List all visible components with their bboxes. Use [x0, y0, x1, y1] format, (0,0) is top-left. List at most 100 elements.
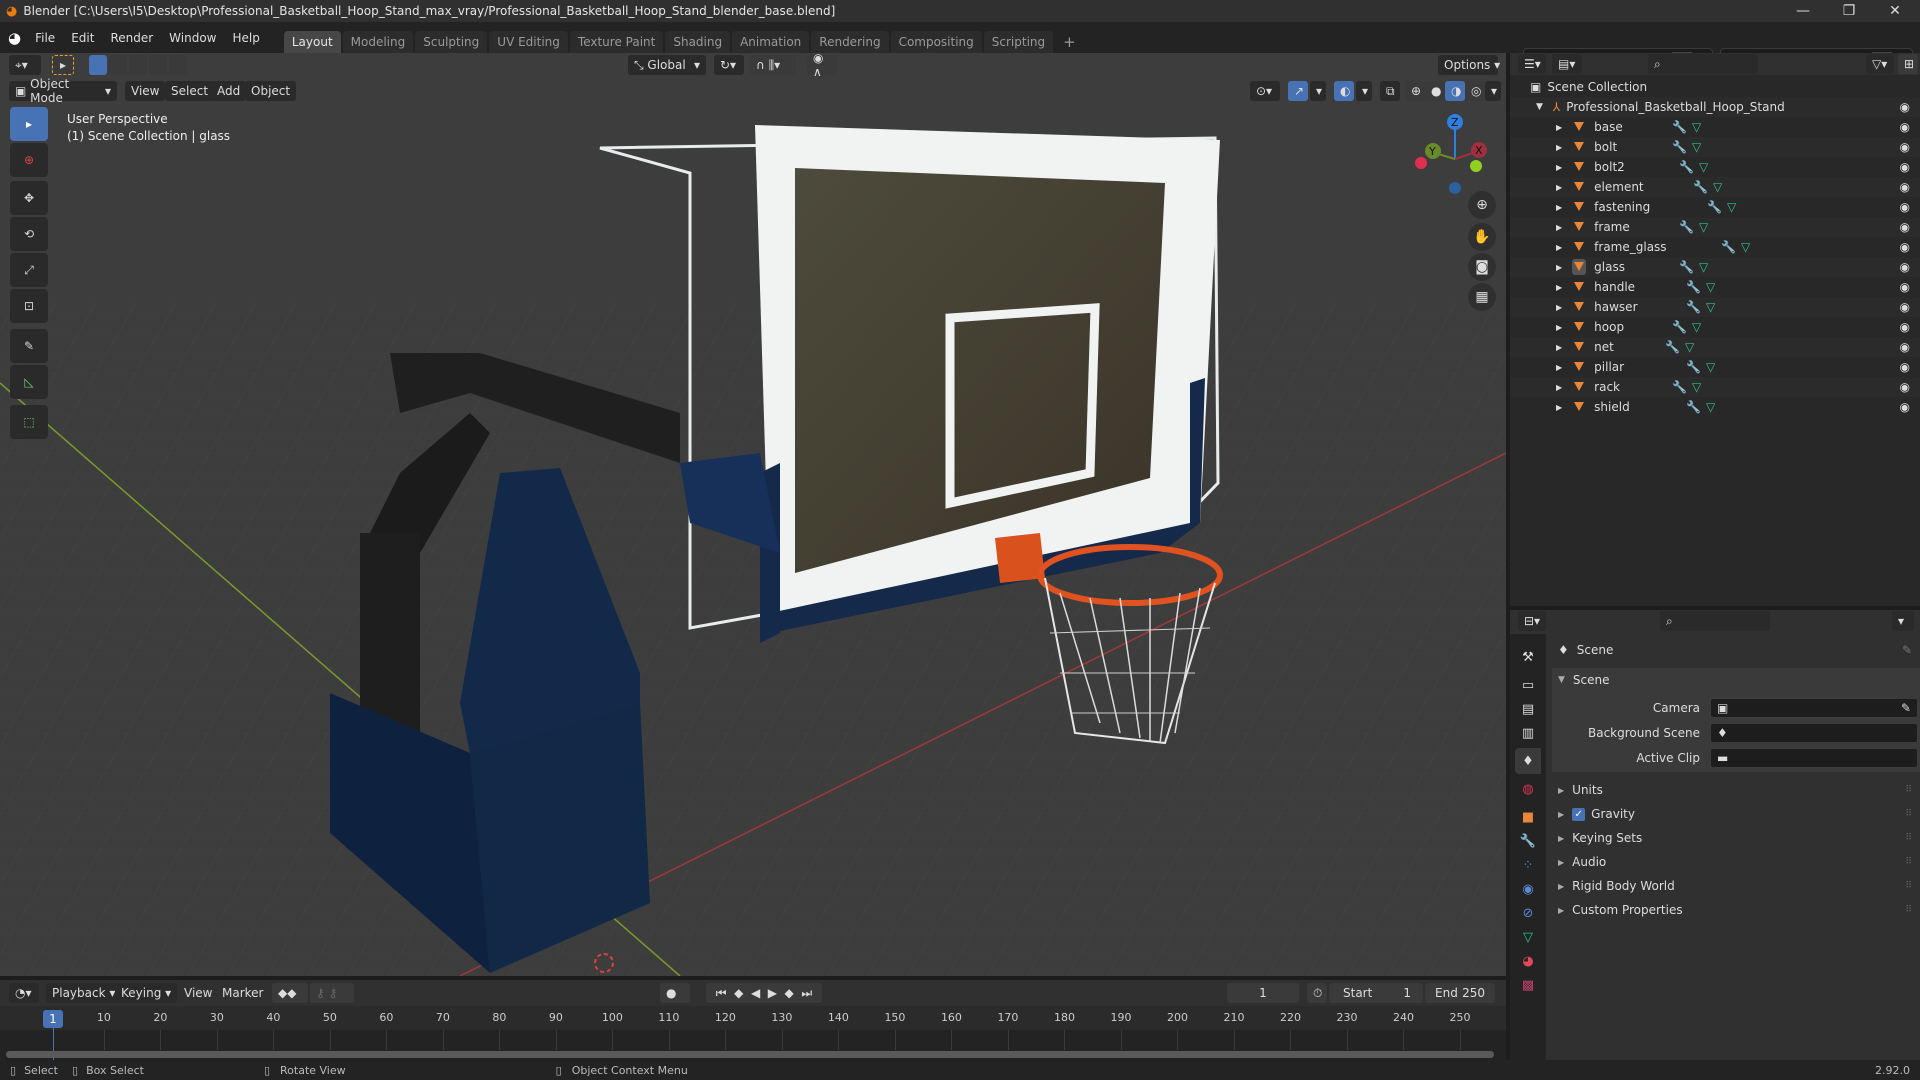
modifier-wrench-icon[interactable]: 🔧	[1686, 300, 1701, 314]
menu-view[interactable]: View	[125, 81, 166, 101]
tab-sculpting[interactable]: Sculpting	[415, 31, 488, 53]
timeline-editor-type[interactable]: ◔▾	[9, 983, 39, 1003]
properties-options[interactable]: ▾	[1892, 611, 1914, 631]
menu-render[interactable]: Render	[102, 28, 161, 48]
properties-tab-output[interactable]: ▤	[1515, 696, 1541, 722]
modifier-wrench-icon[interactable]: 🔧	[1686, 400, 1701, 414]
options-dropdown[interactable]: Options ▾	[1438, 55, 1500, 75]
modifier-wrench-icon[interactable]: 🔧	[1686, 280, 1701, 294]
menu-help[interactable]: Help	[225, 28, 268, 48]
3d-viewport[interactable]: ⌖▾ ▸ ⤡ Global ▾ ↻▾ ∩ ⫼▾ ◉ ∧ Options ▾ ▣ O…	[0, 53, 1506, 976]
play-icon[interactable]: ▶	[768, 986, 777, 1000]
visibility-eye-icon[interactable]: ◉	[1900, 260, 1910, 274]
outliner-item-element[interactable]: ▶ element 🔧 ▽ ◉	[1510, 177, 1920, 197]
next-key-icon[interactable]: ◆	[785, 986, 794, 1000]
properties-tab-tool[interactable]: ⚒	[1515, 644, 1541, 670]
drag-handle-icon[interactable]: ⠿	[1905, 905, 1912, 915]
gizmo-dropdown[interactable]: ▾	[1310, 81, 1326, 101]
outliner-item-frame_glass[interactable]: ▶ frame_glass 🔧 ▽ ◉	[1510, 237, 1920, 257]
subpanel-gravity[interactable]: ▶ ✓ Gravity ⠿	[1552, 802, 1920, 826]
pin-icon[interactable]: ✎	[1902, 643, 1912, 657]
select-mode-extend-icon[interactable]	[109, 55, 127, 75]
visibility-eye-icon[interactable]: ◉	[1900, 340, 1910, 354]
properties-tab-physics[interactable]: ◉	[1515, 876, 1541, 902]
modifier-wrench-icon[interactable]: 🔧	[1672, 320, 1687, 334]
outliner-item-bolt[interactable]: ▶ bolt 🔧 ▽ ◉	[1510, 137, 1920, 157]
expand-icon[interactable]: ▶	[1556, 163, 1562, 172]
tab-texture-paint[interactable]: Texture Paint	[569, 31, 664, 53]
tab-scripting[interactable]: Scripting	[983, 31, 1054, 53]
eyedropper-icon[interactable]: ✎	[1901, 701, 1911, 715]
tab-compositing[interactable]: Compositing	[890, 31, 982, 53]
pan-view-button[interactable]: ✋	[1468, 223, 1496, 251]
menu-edit[interactable]: Edit	[63, 28, 102, 48]
field-input[interactable]: ▣ ✎	[1710, 698, 1918, 718]
subpanel-units[interactable]: ▶ Units ⠿	[1552, 778, 1920, 802]
tab-shading[interactable]: Shading	[665, 31, 731, 53]
shading-wireframe[interactable]: ⊕	[1405, 81, 1425, 101]
expand-icon[interactable]: ▶	[1556, 263, 1562, 272]
expand-icon[interactable]: ▶	[1556, 303, 1562, 312]
expand-icon[interactable]: ▶	[1556, 323, 1562, 332]
properties-tab-modifiers[interactable]: 🔧	[1515, 828, 1541, 854]
expand-icon[interactable]: ▶	[1556, 143, 1562, 152]
tool-measure[interactable]: ◺	[10, 365, 48, 399]
xray-toggle[interactable]: ⧉	[1380, 81, 1400, 101]
expand-icon[interactable]: ▶	[1556, 123, 1562, 132]
outliner-item-net[interactable]: ▶ net 🔧 ▽ ◉	[1510, 337, 1920, 357]
mesh-data-icon[interactable]: ▽	[1713, 180, 1722, 194]
mesh-data-icon[interactable]: ▽	[1706, 360, 1715, 374]
playhead[interactable]: 1	[43, 1010, 63, 1028]
modifier-wrench-icon[interactable]: 🔧	[1707, 200, 1722, 214]
menu-marker[interactable]: Marker	[216, 983, 269, 1003]
play-reverse-icon[interactable]: ◀	[751, 986, 760, 1000]
shading-rendered[interactable]: ◎	[1465, 81, 1485, 101]
visibility-eye-icon[interactable]: ◉	[1900, 100, 1910, 114]
properties-tab-view-layer[interactable]: ▥	[1515, 720, 1541, 746]
tool-cursor[interactable]: ⊕	[10, 143, 48, 177]
current-frame-field[interactable]: 1	[1227, 983, 1299, 1003]
mesh-data-icon[interactable]: ▽	[1692, 380, 1701, 394]
keyframe-nav[interactable]: ◆◆	[272, 983, 308, 1003]
expand-icon[interactable]: ▶	[1556, 243, 1562, 252]
visibility-eye-icon[interactable]: ◉	[1900, 280, 1910, 294]
mesh-data-icon[interactable]: ▽	[1699, 220, 1708, 234]
tool-scale[interactable]: ⤢	[10, 253, 48, 287]
outliner-item-hoop[interactable]: ▶ hoop 🔧 ▽ ◉	[1510, 317, 1920, 337]
outliner-collection[interactable]: ▼ ⅄ Professional_Basketball_Hoop_Stand ◉	[1510, 97, 1920, 117]
tab-modeling[interactable]: Modeling	[342, 31, 414, 53]
visibility-eye-icon[interactable]: ◉	[1900, 200, 1910, 214]
add-workspace-button[interactable]: +	[1055, 31, 1084, 53]
tab-rendering[interactable]: Rendering	[811, 31, 889, 53]
outliner-editor-type[interactable]: ☰▾	[1518, 54, 1546, 74]
mesh-data-icon[interactable]: ▽	[1699, 260, 1708, 274]
menu-add[interactable]: Add	[211, 81, 247, 101]
shading-solid[interactable]: ●	[1425, 81, 1445, 101]
expand-icon[interactable]: ▶	[1556, 363, 1562, 372]
close-button[interactable]: ✕	[1872, 0, 1918, 22]
mesh-data-icon[interactable]: ▽	[1706, 400, 1715, 414]
properties-tab-object[interactable]: ■	[1515, 804, 1541, 830]
outliner-item-rack[interactable]: ▶ rack 🔧 ▽ ◉	[1510, 377, 1920, 397]
playback-controls[interactable]: ⏮ ◆ ◀ ▶ ◆ ⏭	[706, 983, 822, 1003]
outliner-item-bolt2[interactable]: ▶ bolt2 🔧 ▽ ◉	[1510, 157, 1920, 177]
properties-tab-world[interactable]: ◍	[1515, 776, 1541, 802]
modifier-wrench-icon[interactable]: 🔧	[1672, 120, 1687, 134]
properties-tab-constraints[interactable]: ⊘	[1515, 900, 1541, 926]
properties-tab-particles[interactable]: ⁘	[1515, 852, 1541, 878]
mode-dropdown[interactable]: ▣ Object Mode ▾	[9, 77, 117, 105]
outliner-root[interactable]: ▣ Scene Collection	[1510, 77, 1920, 97]
expand-icon[interactable]: ▶	[1556, 403, 1562, 412]
field-input[interactable]: ▬	[1710, 748, 1918, 768]
new-collection-button[interactable]: ⊞	[1898, 54, 1918, 74]
shading-material[interactable]: ◑	[1445, 81, 1465, 101]
modifier-wrench-icon[interactable]: 🔧	[1665, 340, 1680, 354]
timeline-scrollbar[interactable]	[6, 1051, 1494, 1058]
mesh-data-icon[interactable]: ▽	[1692, 120, 1701, 134]
visibility-eye-icon[interactable]: ◉	[1900, 400, 1910, 414]
modifier-wrench-icon[interactable]: 🔧	[1672, 140, 1687, 154]
outliner-search[interactable]: ⌕	[1648, 54, 1758, 74]
expand-icon[interactable]: ▶	[1556, 203, 1562, 212]
tool-add-cube[interactable]: ⬚	[10, 405, 48, 439]
editor-type-button[interactable]: ⌖▾	[9, 55, 41, 75]
